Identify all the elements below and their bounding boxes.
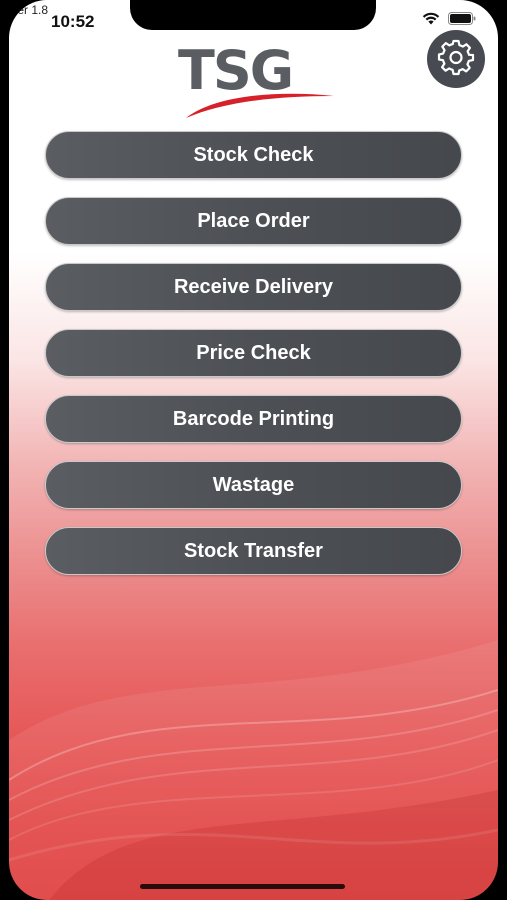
receive-delivery-button[interactable]: Receive Delivery [45,263,462,311]
device-notch [130,0,376,30]
battery-icon [448,12,476,25]
main-menu: Stock Check Place Order Receive Delivery… [45,131,462,593]
stock-check-button[interactable]: Stock Check [45,131,462,179]
home-indicator[interactable] [140,884,345,889]
wastage-button[interactable]: Wastage [45,461,462,509]
place-order-button[interactable]: Place Order [45,197,462,245]
price-check-button[interactable]: Price Check [45,329,462,377]
gear-icon [436,37,476,82]
stock-transfer-button[interactable]: Stock Transfer [45,527,462,575]
version-label: Ver 1.8 [10,3,49,17]
status-time: 10:52 [51,12,95,31]
wifi-icon [422,12,440,25]
app-screen: Ver 1.8 10:52 TSG Stock Check Place Orde… [9,0,498,900]
barcode-printing-button[interactable]: Barcode Printing [45,395,462,443]
logo-swoosh [186,93,334,118]
tsg-logo: TSG [174,44,334,124]
status-icons [422,12,476,25]
settings-button[interactable] [427,30,485,88]
background-waves [9,640,498,900]
